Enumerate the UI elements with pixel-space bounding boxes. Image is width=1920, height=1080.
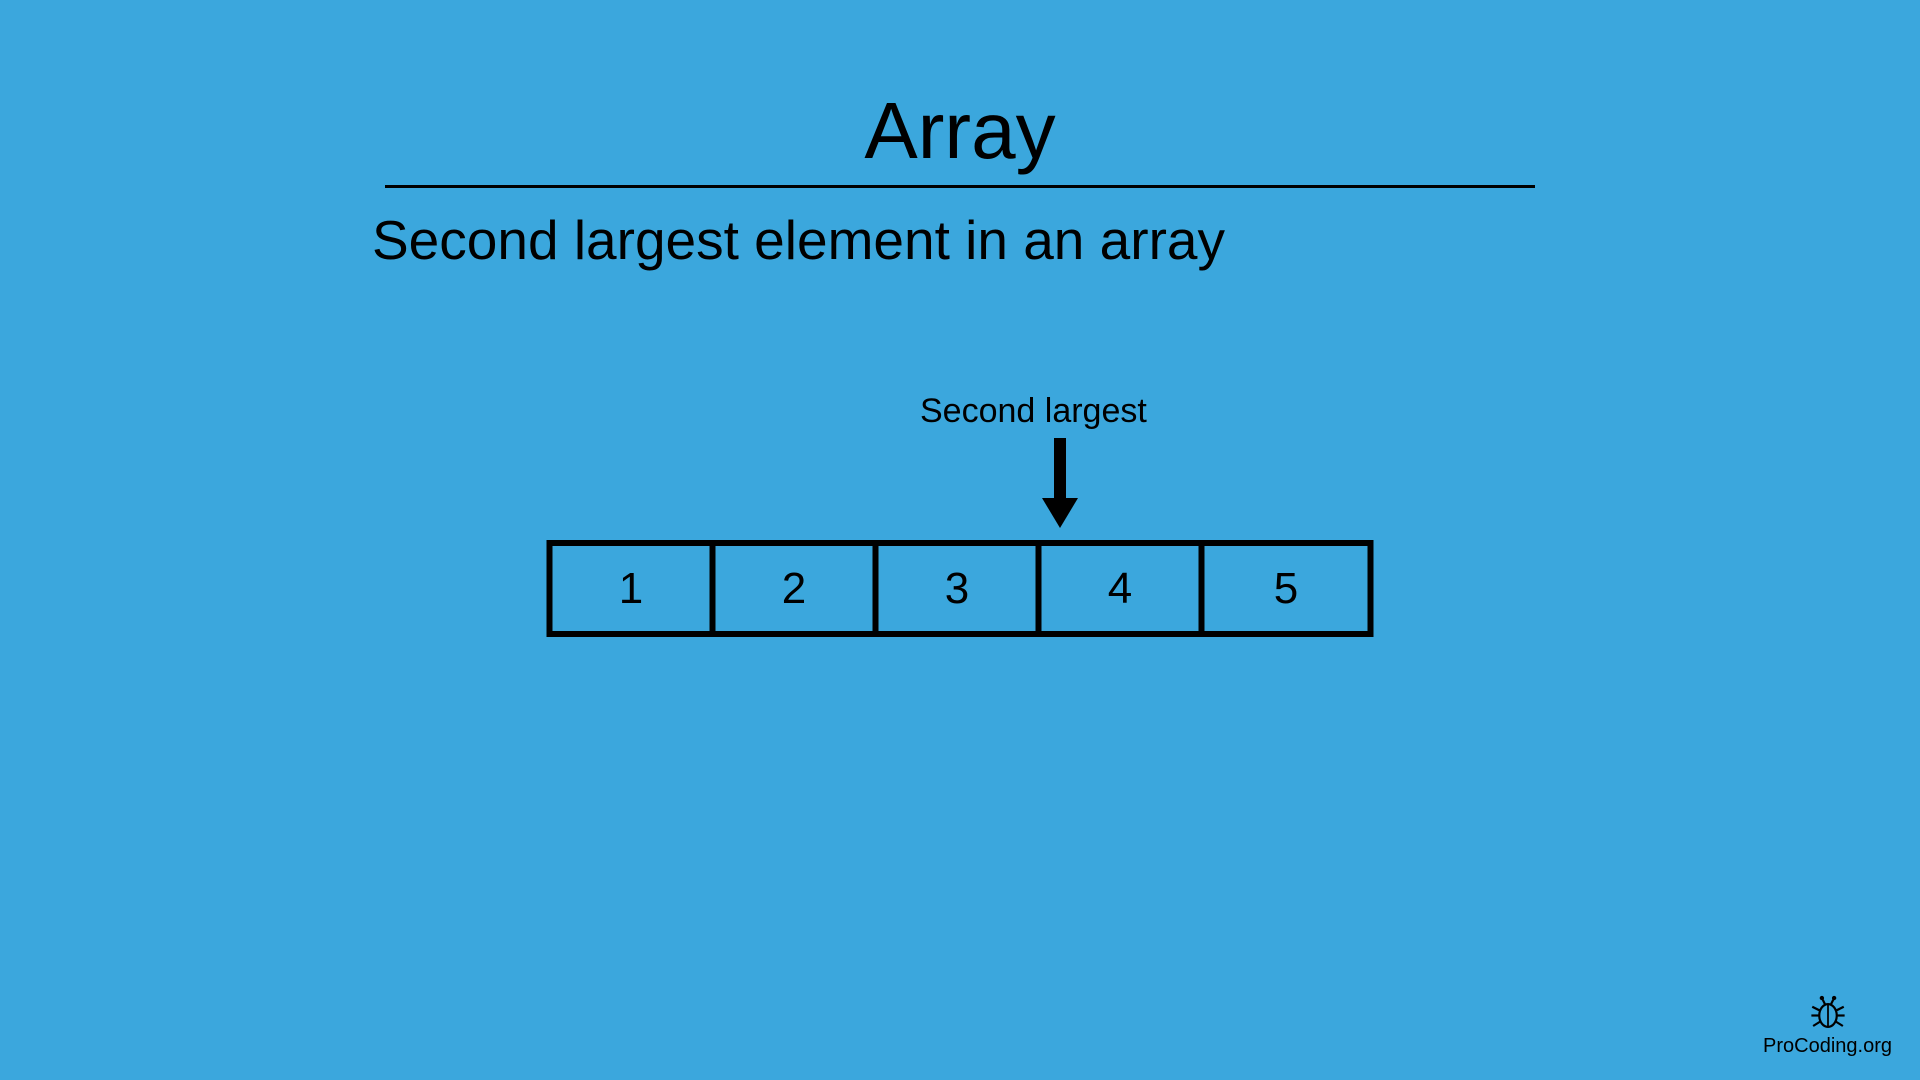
annotation-label: Second largest <box>920 392 1147 431</box>
logo: ProCoding.org <box>1763 991 1892 1058</box>
array-container: 1 2 3 4 5 <box>547 540 1374 637</box>
subtitle: Second largest element in an array <box>372 208 1225 272</box>
array-cell: 2 <box>716 546 879 631</box>
array-cell: 1 <box>553 546 716 631</box>
array-cell: 3 <box>879 546 1042 631</box>
logo-text: ProCoding.org <box>1763 1035 1892 1058</box>
arrow-down-icon <box>1045 438 1075 528</box>
bug-icon <box>1807 991 1849 1033</box>
array-cell: 5 <box>1205 546 1368 631</box>
array-cell: 4 <box>1042 546 1205 631</box>
page-title: Array <box>864 85 1055 177</box>
title-divider <box>385 185 1535 188</box>
